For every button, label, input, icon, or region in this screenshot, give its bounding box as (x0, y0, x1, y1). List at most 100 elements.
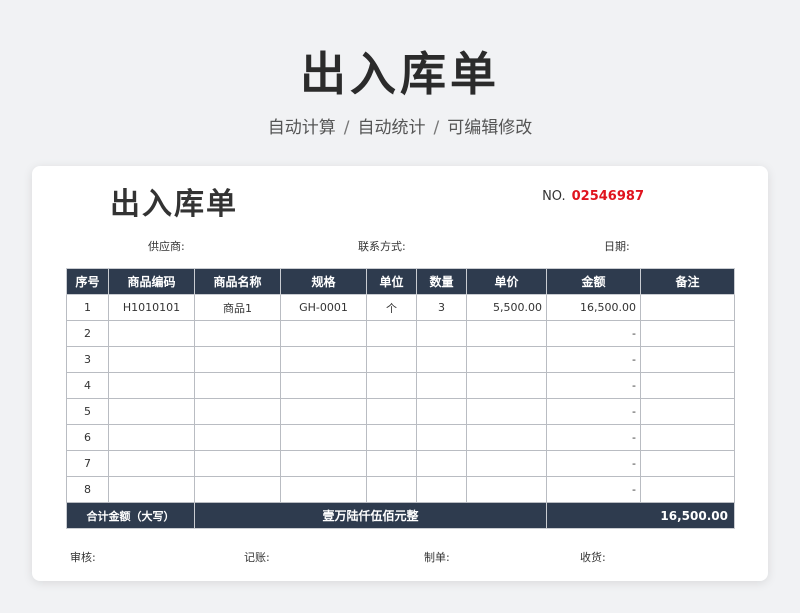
cell-index: 7 (66, 450, 109, 477)
cell-amount[interactable]: - (546, 476, 641, 503)
cell-product-name[interactable] (194, 424, 281, 451)
cell-product-name[interactable] (194, 450, 281, 477)
cell-spec[interactable] (280, 320, 367, 347)
cell-unit[interactable] (366, 372, 417, 399)
cell-product-code[interactable] (108, 450, 195, 477)
header-product-name: 商品名称 (194, 268, 281, 295)
cell-amount[interactable]: - (546, 424, 641, 451)
cell-unit[interactable] (366, 476, 417, 503)
cell-product-name[interactable] (194, 398, 281, 425)
cell-product-code[interactable] (108, 372, 195, 399)
cell-index: 3 (66, 346, 109, 373)
cell-quantity[interactable] (416, 450, 467, 477)
cell-remark[interactable] (640, 450, 735, 477)
cell-remark[interactable] (640, 424, 735, 451)
cell-product-code[interactable] (108, 424, 195, 451)
header-amount: 金额 (546, 268, 641, 295)
cell-unit-price[interactable] (466, 346, 547, 373)
table-row: 5- (66, 398, 735, 425)
items-table: 序号 商品编码 商品名称 规格 单位 数量 单价 金额 备注 1 H1010101… (66, 268, 735, 529)
cell-quantity[interactable] (416, 320, 467, 347)
prepared-signature[interactable]: 制单: (424, 549, 450, 565)
cell-amount[interactable]: - (546, 320, 641, 347)
total-amount-value[interactable]: 16,500.00 (546, 502, 735, 529)
cell-remark[interactable] (640, 372, 735, 399)
cell-index: 4 (66, 372, 109, 399)
cell-unit-price[interactable] (466, 372, 547, 399)
cell-product-code[interactable] (108, 476, 195, 503)
cell-amount[interactable]: - (546, 346, 641, 373)
cell-product-code[interactable] (108, 346, 195, 373)
table-header-row: 序号 商品编码 商品名称 规格 单位 数量 单价 金额 备注 (66, 268, 735, 295)
table-row: 7- (66, 450, 735, 477)
cell-amount[interactable]: 16,500.00 (546, 294, 641, 321)
document-title[interactable]: 出入库单 (110, 179, 238, 223)
cell-quantity[interactable] (416, 372, 467, 399)
table-row: 1 H1010101 商品1 GH-0001 个 3 5,500.00 16,500.00 (66, 294, 735, 321)
review-signature[interactable]: 审核: (70, 549, 96, 565)
cell-remark[interactable] (640, 346, 735, 373)
cell-product-code[interactable] (108, 398, 195, 425)
table-row: 2- (66, 320, 735, 347)
cell-unit[interactable] (366, 320, 417, 347)
cell-unit-price[interactable] (466, 320, 547, 347)
bookkeeping-signature[interactable]: 记账: (244, 549, 270, 565)
cell-spec[interactable] (280, 346, 367, 373)
contact-field[interactable]: 联系方式: (358, 238, 406, 254)
received-signature[interactable]: 收货: (580, 549, 606, 565)
cell-index: 2 (66, 320, 109, 347)
document-number[interactable]: NO. 02546987 (542, 189, 644, 204)
cell-unit[interactable] (366, 346, 417, 373)
cell-spec[interactable] (280, 424, 367, 451)
header-quantity: 数量 (416, 268, 467, 295)
cell-product-code[interactable] (108, 320, 195, 347)
cell-product-name[interactable]: 商品1 (194, 294, 281, 321)
cell-unit-price[interactable] (466, 424, 547, 451)
cell-spec[interactable] (280, 398, 367, 425)
document-number-label: NO. (542, 189, 566, 204)
cell-unit-price[interactable] (466, 398, 547, 425)
cell-product-name[interactable] (194, 320, 281, 347)
cell-index: 5 (66, 398, 109, 425)
feature-auto-calc: 自动计算 (267, 118, 336, 138)
hero-subtitle: 自动计算 / 自动统计 / 可编辑修改 (0, 113, 800, 138)
cell-amount[interactable]: - (546, 398, 641, 425)
cell-product-code[interactable]: H1010101 (108, 294, 195, 321)
header-unit: 单位 (366, 268, 417, 295)
cell-quantity[interactable] (416, 346, 467, 373)
cell-quantity[interactable] (416, 476, 467, 503)
cell-unit[interactable] (366, 424, 417, 451)
supplier-field[interactable]: 供应商: (148, 238, 185, 254)
date-field[interactable]: 日期: (604, 238, 630, 254)
total-row: 合计金额（大写） 壹万陆仟伍佰元整 16,500.00 (66, 502, 735, 529)
cell-spec[interactable]: GH-0001 (280, 294, 367, 321)
cell-unit[interactable] (366, 450, 417, 477)
cell-unit-price[interactable] (466, 476, 547, 503)
cell-quantity[interactable] (416, 424, 467, 451)
cell-unit-price[interactable] (466, 450, 547, 477)
cell-quantity[interactable]: 3 (416, 294, 467, 321)
cell-spec[interactable] (280, 476, 367, 503)
cell-spec[interactable] (280, 372, 367, 399)
cell-index: 6 (66, 424, 109, 451)
cell-quantity[interactable] (416, 398, 467, 425)
document-number-value[interactable]: 02546987 (572, 189, 644, 204)
header-index: 序号 (66, 268, 109, 295)
total-amount-words[interactable]: 壹万陆仟伍佰元整 (194, 502, 547, 529)
cell-remark[interactable] (640, 320, 735, 347)
cell-amount[interactable]: - (546, 450, 641, 477)
cell-remark[interactable] (640, 398, 735, 425)
cell-spec[interactable] (280, 450, 367, 477)
cell-unit[interactable] (366, 398, 417, 425)
cell-unit[interactable]: 个 (366, 294, 417, 321)
cell-product-name[interactable] (194, 372, 281, 399)
cell-amount[interactable]: - (546, 372, 641, 399)
cell-product-name[interactable] (194, 346, 281, 373)
header-unit-price: 单价 (466, 268, 547, 295)
cell-unit-price[interactable]: 5,500.00 (466, 294, 547, 321)
table-row: 4- (66, 372, 735, 399)
cell-remark[interactable] (640, 476, 735, 503)
feature-editable: 可编辑修改 (447, 118, 533, 138)
cell-product-name[interactable] (194, 476, 281, 503)
cell-remark[interactable] (640, 294, 735, 321)
